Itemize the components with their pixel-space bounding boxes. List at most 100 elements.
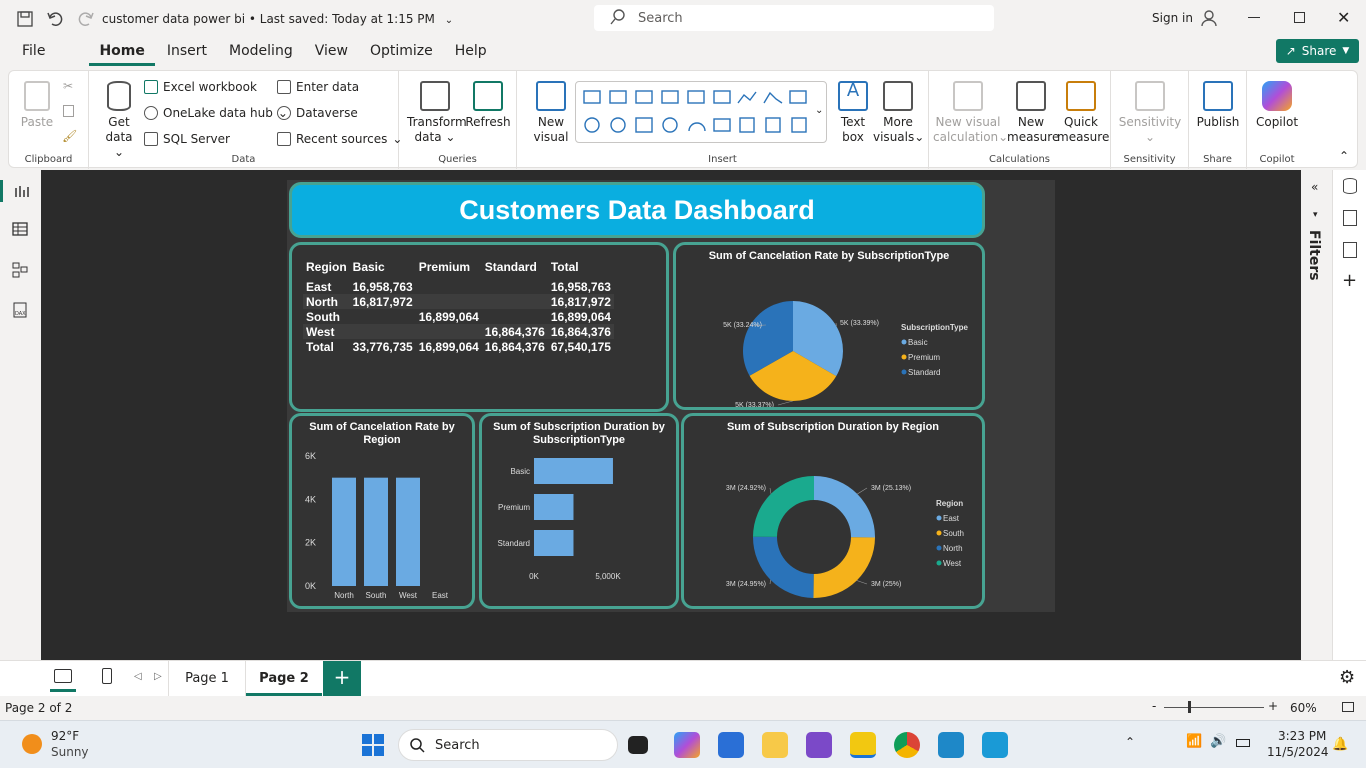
close-icon[interactable]: ✕ [1337,8,1350,27]
excel-workbook-button[interactable]: Excel workbook [144,80,257,94]
taskbar-search[interactable]: Search [398,729,618,761]
enter-data-button[interactable]: Enter data [277,80,359,94]
desktop-layout-icon[interactable] [54,669,72,683]
fit-to-page-icon[interactable] [1342,702,1354,712]
prev-page-icon[interactable]: ◁ [134,671,142,682]
avatar-icon[interactable] [1200,9,1218,30]
menu-help[interactable]: Help [445,38,497,66]
bar-chart-card[interactable]: Sum of Subscription Duration by Subscrip… [479,413,679,609]
recent-sources-button[interactable]: Recent sources ⌄ [277,132,402,146]
refresh-button[interactable]: Refresh [465,81,511,130]
model-view-icon[interactable] [12,262,28,281]
format-pane-icon[interactable] [1343,242,1357,258]
menu-file[interactable]: File [12,38,55,66]
zoom-level[interactable]: 60% [1290,701,1317,715]
network-icon[interactable]: 📶 [1186,734,1202,749]
sign-in-link[interactable]: Sign in [1152,11,1193,25]
add-page-button[interactable]: + [323,661,361,696]
menu-modeling[interactable]: Modeling [219,38,303,66]
bar [396,477,420,586]
copilot-button[interactable]: Copilot [1251,81,1303,130]
minimize-icon[interactable] [1248,17,1260,18]
notepad-icon[interactable] [938,732,964,758]
transform-data-button[interactable]: Transform data ⌄ [407,81,467,145]
svg-text:DAX: DAX [15,311,26,317]
photos-icon[interactable] [982,732,1008,758]
enter-data-label: Enter data [296,80,360,94]
menu-view[interactable]: View [305,38,358,66]
column-chart-card[interactable]: Sum of Cancelation Rate by Region 0K 2K 4K… [289,413,475,609]
copilot-app-icon[interactable] [674,732,700,758]
mobile-layout-icon[interactable] [102,668,112,684]
report-page: Customers Data Dashboard Region Basic Pr… [287,180,1055,612]
search-box[interactable]: Search [594,5,994,31]
zoom-in-button[interactable]: + [1268,699,1278,713]
more-visuals-button[interactable]: More visuals⌄ [873,81,924,145]
publish-button[interactable]: Publish [1193,81,1243,130]
new-measure-button[interactable]: New measure [1007,81,1059,145]
dax-query-icon[interactable]: DAX [12,302,28,321]
settings-icon[interactable]: ⚙ [1339,667,1355,688]
visual-studio-icon[interactable] [806,732,832,758]
new-visual-button[interactable]: New visual [527,81,575,145]
clock-time[interactable]: 3:23 PM [1278,729,1326,743]
matrix-header[interactable]: Total [548,255,614,279]
sql-server-button[interactable]: SQL Server [144,132,230,146]
get-data-button[interactable]: Get data ⌄ [99,81,139,160]
share-icon: ↗ [1285,44,1296,58]
table-view-icon[interactable] [12,222,28,239]
search-placeholder: Search [638,10,683,26]
status-bar: Page 2 of 2 - + 60% [0,696,1366,720]
collapse-filters-icon[interactable]: « [1311,180,1318,194]
zoom-slider[interactable] [1164,707,1264,708]
store-icon[interactable] [718,732,744,758]
menu-home[interactable]: Home [89,38,155,66]
dataverse-button[interactable]: Dataverse [277,106,358,120]
task-view-icon[interactable] [628,736,648,754]
zoom-slider-thumb[interactable] [1188,701,1191,713]
pie-chart-card[interactable]: Sum of Cancelation Rate by SubscriptionT… [673,242,985,410]
tab-page-2[interactable]: Page 2 [246,661,322,696]
next-page-icon[interactable]: ▷ [154,671,162,682]
visualizations-pane-icon[interactable] [1343,210,1357,226]
power-bi-icon[interactable] [850,732,876,758]
format-painter-icon[interactable]: 🖌 [62,129,77,143]
file-explorer-icon[interactable] [762,732,788,758]
visual-gallery[interactable] [575,81,827,143]
table-row: North 16,817,972 16,817,972 [303,294,614,309]
menu-optimize[interactable]: Optimize [360,38,443,66]
filters-pane-label[interactable]: Filters [1306,230,1322,281]
add-icon[interactable]: + [1342,270,1357,291]
collapse-ribbon-icon[interactable]: ⌃ [1339,149,1349,163]
notification-bell-icon[interactable]: 🔔 [1332,737,1348,752]
menu-insert[interactable]: Insert [157,38,217,66]
windows-start-icon[interactable] [362,734,384,756]
volume-icon[interactable]: 🔊 [1210,734,1226,749]
tab-page-1[interactable]: Page 1 [168,661,246,696]
chrome-icon[interactable] [894,732,920,758]
donut-chart-card[interactable]: Sum of Subscription Duration by Region 3… [681,413,985,609]
weather-icon[interactable] [22,734,42,754]
matrix-header[interactable]: Basic [350,255,416,279]
matrix-visual[interactable]: Region Basic Premium Standard Total East… [289,242,669,412]
onelake-button[interactable]: OneLake data hub ⌄ [144,106,288,120]
excel-label: Excel workbook [163,80,257,94]
file-title[interactable]: customer data power bi • Last saved: Tod… [102,12,453,26]
data-pane-icon[interactable] [1343,178,1357,194]
quick-measure-button[interactable]: Quick measure [1057,81,1109,145]
undo-icon[interactable] [45,9,65,29]
leader-line [856,580,868,585]
gallery-expand-icon[interactable]: ⌄ [815,105,823,116]
battery-icon[interactable] [1236,739,1250,747]
save-icon[interactable] [15,9,35,29]
share-button[interactable]: ↗ Share ▼ [1276,39,1359,63]
matrix-header[interactable]: Standard [482,255,548,279]
matrix-header[interactable]: Region [303,255,350,279]
show-hidden-icons[interactable]: ⌃ [1125,735,1135,749]
matrix-header[interactable]: Premium [416,255,482,279]
zoom-out-button[interactable]: - [1152,699,1156,713]
clock-date[interactable]: 11/5/2024 [1267,745,1329,759]
report-view-icon[interactable] [0,180,41,202]
restore-icon[interactable] [1294,12,1305,23]
text-box-button[interactable]: A Text box [835,81,871,145]
